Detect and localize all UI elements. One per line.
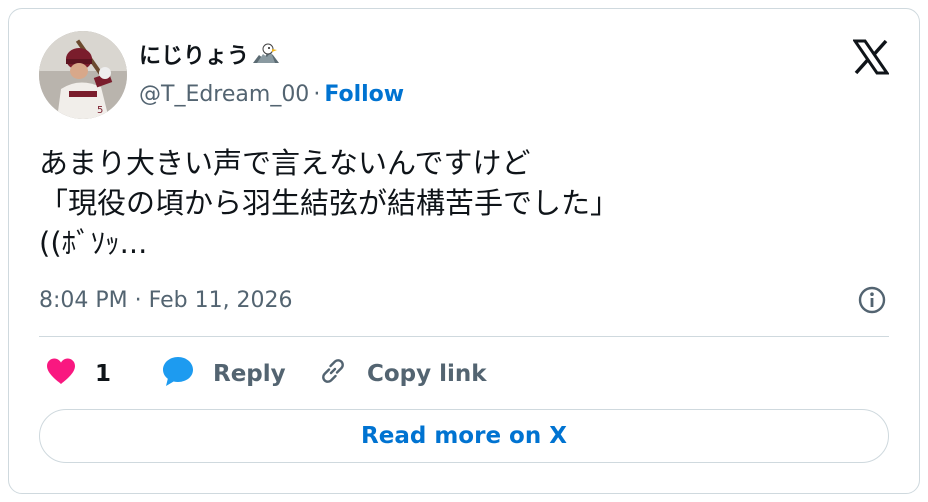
- follow-button[interactable]: Follow: [324, 82, 404, 107]
- separator-dot: ·: [313, 82, 321, 107]
- read-more-label: Read more on X: [361, 423, 567, 449]
- tweet-timestamp[interactable]: 8:04 PM · Feb 11, 2026: [39, 287, 293, 315]
- author-handle-row: @T_Edream_00 · Follow: [139, 81, 404, 109]
- avatar[interactable]: 5: [39, 31, 127, 119]
- tweet-text-line: 「現役の頃から羽生結弦が結構苦手でした」: [39, 186, 620, 220]
- info-icon[interactable]: [857, 285, 887, 315]
- x-logo-icon[interactable]: [852, 39, 890, 75]
- reply-label: Reply: [213, 361, 286, 387]
- author-handle[interactable]: @T_Edream_00: [139, 82, 309, 107]
- divider: [39, 336, 889, 337]
- tweet-embed-card: 5 にじりょう @T_Edream_00 · Follow あまり大きい声で言えない…: [8, 8, 920, 494]
- copy-link-label: Copy link: [367, 361, 487, 387]
- eagle-emoji-icon: [251, 43, 281, 74]
- svg-text:5: 5: [97, 105, 103, 116]
- reply-button[interactable]: Reply: [161, 357, 286, 391]
- author-name-text: にじりょう: [139, 44, 250, 69]
- copy-link-button[interactable]: Copy link: [317, 357, 487, 391]
- like-button[interactable]: 1: [45, 357, 111, 391]
- tweet-text-line: ((ﾎﾞｿｯ...: [39, 226, 148, 260]
- avatar-photo: 5: [39, 31, 127, 119]
- link-icon: [317, 355, 349, 393]
- tweet-text: あまり大きい声で言えないんですけど 「現役の頃から羽生結弦が結構苦手でした」 (…: [39, 143, 899, 263]
- author-display-name[interactable]: にじりょう: [139, 43, 281, 74]
- reply-bubble-icon: [161, 355, 195, 393]
- heart-icon: [45, 357, 77, 391]
- read-more-button[interactable]: Read more on X: [39, 409, 889, 463]
- like-count: 1: [95, 361, 112, 387]
- tweet-text-line: あまり大きい声で言えないんですけど: [39, 146, 531, 180]
